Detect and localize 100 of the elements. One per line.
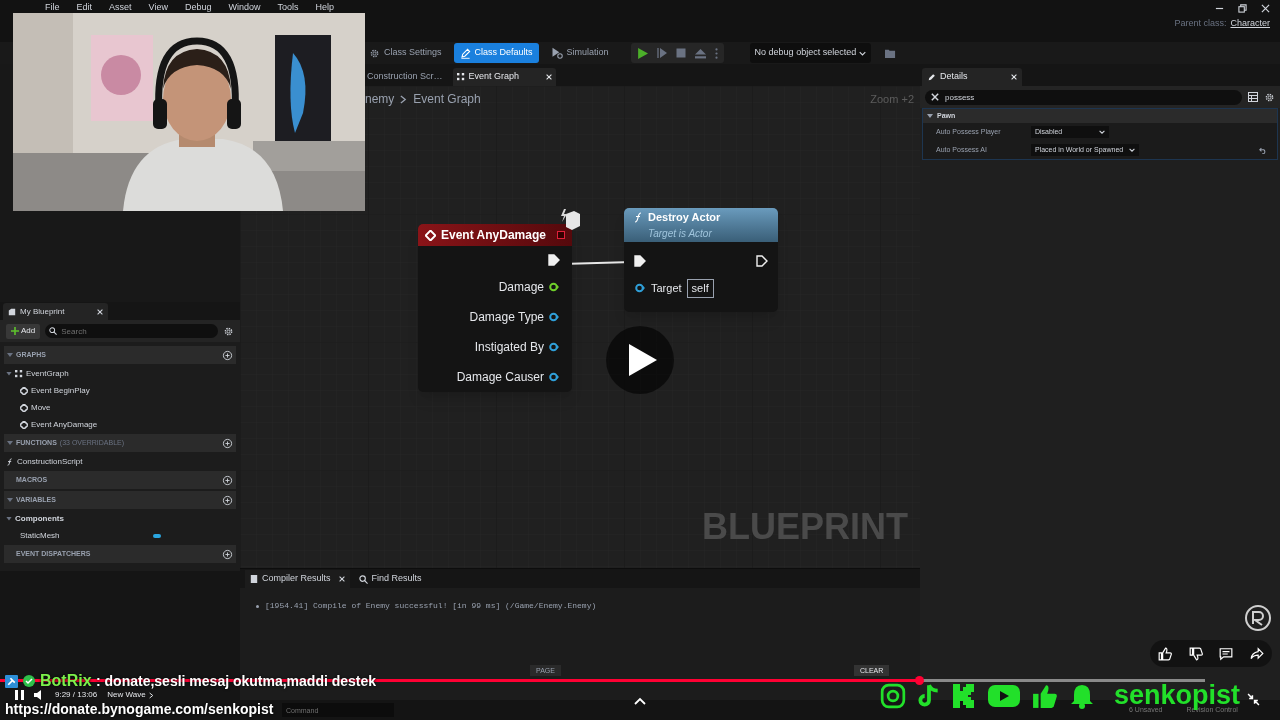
table-icon[interactable] xyxy=(1248,92,1258,102)
play-gear-icon xyxy=(550,47,563,59)
donation-link[interactable]: https://donate.bynogame.com/senkopist xyxy=(5,702,274,717)
video-time: 9:29 / 13:06 xyxy=(55,690,98,700)
lightning-cube-icon xyxy=(558,208,582,232)
collapse-icon[interactable] xyxy=(1247,693,1260,706)
event-node[interactable]: Event AnyDamage Damage Damage Type Instigated By Damage Causer xyxy=(418,224,572,392)
comment-icon[interactable] xyxy=(1219,646,1234,661)
pause-icon[interactable] xyxy=(15,690,24,700)
pin-icon[interactable] xyxy=(548,312,560,322)
exec-pin-icon[interactable] xyxy=(634,255,646,267)
toolbar-button[interactable]: Class Settings xyxy=(365,43,446,63)
pin-icon[interactable] xyxy=(548,282,560,292)
tab-label: Compiler Results xyxy=(262,572,331,586)
debug-dropdown[interactable]: No debug object selected xyxy=(749,43,872,63)
thumbs-down-icon[interactable] xyxy=(1188,646,1203,661)
bell-icon[interactable] xyxy=(1070,682,1094,709)
bottom-tab[interactable]: Compiler Results xyxy=(245,570,350,588)
breadcrumb-item[interactable]: Event Graph xyxy=(413,90,481,108)
close-icon[interactable] xyxy=(1261,4,1270,13)
add-icon[interactable] xyxy=(222,349,233,361)
thumbs-up-icon[interactable] xyxy=(1032,682,1058,709)
restore-icon[interactable] xyxy=(1238,4,1247,13)
step-icon[interactable] xyxy=(656,48,667,58)
pin-icon[interactable] xyxy=(634,283,646,294)
pin-value-field[interactable]: self xyxy=(686,279,714,298)
function-node[interactable]: Destroy Actor Target is Actor Target self xyxy=(624,208,778,312)
reset-icon[interactable] xyxy=(1259,146,1267,154)
add-icon[interactable] xyxy=(222,494,233,506)
search-field[interactable]: Search xyxy=(45,324,218,338)
more-icon[interactable] xyxy=(714,47,718,59)
pin-label: Damage Type xyxy=(469,309,544,326)
tab-label: Event Graph xyxy=(468,70,521,84)
tree-item[interactable]: Event BeginPlay xyxy=(31,384,90,397)
logo-icon[interactable] xyxy=(1244,604,1272,632)
play-icon[interactable] xyxy=(636,47,648,59)
close-icon[interactable] xyxy=(545,74,552,80)
tree-item[interactable]: Event AnyDamage xyxy=(31,418,98,431)
graph-icon xyxy=(15,369,23,378)
panel-tab[interactable]: My Blueprint xyxy=(3,303,108,320)
thumbs-up-icon[interactable] xyxy=(1158,646,1173,661)
chevron-up-icon[interactable] xyxy=(634,697,646,705)
add-icon[interactable] xyxy=(222,548,233,560)
parent-class-link[interactable]: Character xyxy=(1230,17,1270,31)
panel-tab[interactable]: Details xyxy=(922,68,1022,86)
bullet-icon xyxy=(256,604,259,608)
add-button[interactable]: Add xyxy=(6,323,41,339)
delegate-pin[interactable] xyxy=(557,231,565,239)
folder-icon[interactable] xyxy=(885,47,897,59)
tree-item[interactable]: EventGraph xyxy=(26,367,69,380)
progress-handle[interactable] xyxy=(915,676,925,685)
close-icon[interactable] xyxy=(97,308,103,315)
breadcrumb-item[interactable]: nemy xyxy=(365,90,395,108)
share-icon[interactable] xyxy=(1249,646,1264,661)
pin-icon[interactable] xyxy=(548,372,560,382)
toolbar-button[interactable]: Simulation xyxy=(546,43,613,63)
chapter-button[interactable]: New Wave xyxy=(107,690,154,700)
stop-icon[interactable] xyxy=(675,48,686,58)
add-icon[interactable] xyxy=(222,437,233,449)
pin-label: Target xyxy=(651,281,682,296)
exec-pin-icon[interactable] xyxy=(756,255,768,267)
tree-item[interactable]: StaticMesh xyxy=(20,529,60,542)
close-icon[interactable] xyxy=(338,576,345,582)
close-icon[interactable] xyxy=(1011,74,1017,80)
tree-item[interactable]: Move xyxy=(31,401,51,414)
pin-label: Instigated By xyxy=(474,339,544,356)
node-title: Destroy Actor xyxy=(648,210,721,226)
chevron-down-icon xyxy=(1099,129,1105,135)
menu-item[interactable]: Help xyxy=(315,2,334,13)
tree-item[interactable]: ConstructionScript xyxy=(17,455,83,468)
pin-icon[interactable] xyxy=(548,342,560,352)
tree-item[interactable]: Components xyxy=(15,512,64,525)
menu-item[interactable]: Window xyxy=(228,2,261,13)
play-icon xyxy=(628,344,657,376)
add-icon[interactable] xyxy=(222,474,233,486)
settings-icon[interactable] xyxy=(1264,91,1275,103)
menu-item[interactable]: View xyxy=(148,2,168,13)
k-shape-icon[interactable] xyxy=(952,682,976,709)
graph-tab[interactable]: Construction Scr… xyxy=(365,68,445,86)
function-icon xyxy=(6,457,14,466)
eject-icon[interactable] xyxy=(694,47,706,59)
settings-icon[interactable] xyxy=(223,325,234,337)
channel-handle[interactable]: senkopist xyxy=(1114,682,1241,709)
toolbar-button[interactable]: Class Defaults xyxy=(453,43,539,63)
bottom-tab[interactable]: Find Results xyxy=(353,570,427,588)
menu-item[interactable]: File xyxy=(45,2,60,13)
tab-label: Details xyxy=(940,70,969,84)
search-icon xyxy=(358,574,368,584)
menu-item[interactable]: Debug xyxy=(184,2,212,13)
menu-item[interactable]: Asset xyxy=(109,2,132,13)
pin-label: Damage xyxy=(498,279,544,296)
camera-icon[interactable] xyxy=(880,682,906,709)
menu-item[interactable]: Tools xyxy=(277,2,299,13)
graph-tab[interactable]: Event Graph xyxy=(452,68,556,86)
exec-pin-icon[interactable] xyxy=(548,254,560,266)
music-note-icon[interactable] xyxy=(918,682,940,709)
search-field[interactable]: possess xyxy=(925,89,1242,105)
menu-item[interactable]: Edit xyxy=(76,2,93,13)
clear-search-icon[interactable] xyxy=(931,93,939,101)
blueprint-icon xyxy=(8,307,16,316)
